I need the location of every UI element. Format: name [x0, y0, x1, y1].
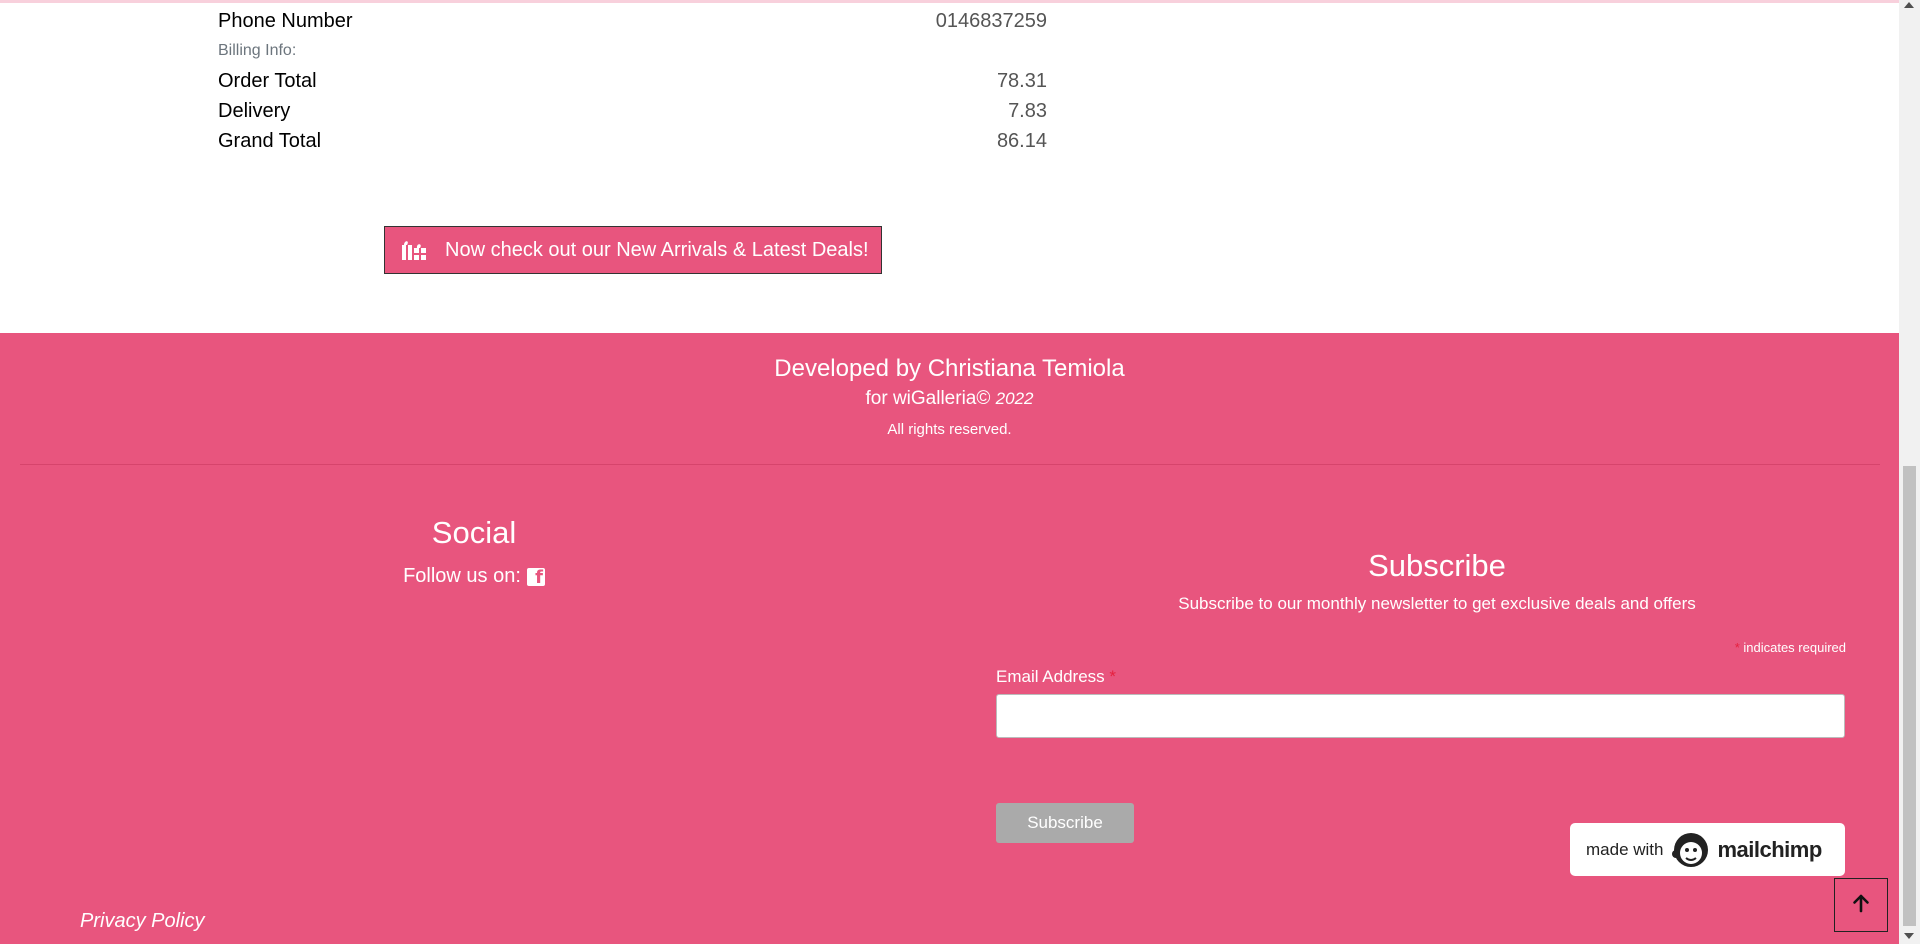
scroll-up-icon[interactable] — [1904, 2, 1914, 8]
delivery-row: Delivery 7.83 — [218, 100, 1047, 123]
gift-icon — [401, 239, 427, 261]
follow-label: Follow us on: — [403, 565, 521, 587]
privacy-policy-link[interactable]: Privacy Policy — [80, 910, 204, 933]
delivery-label: Delivery — [218, 100, 291, 122]
delivery-value: 7.83 — [1008, 100, 1047, 122]
subscribe-heading: Subscribe — [1368, 548, 1506, 583]
order-total-row: Order Total 78.31 — [218, 70, 1047, 93]
new-arrivals-label: Now check out our New Arrivals & Latest … — [445, 238, 869, 261]
mailchimp-badge[interactable]: made with mailchimp — [1570, 823, 1845, 876]
mailchimp-monkey-icon — [1671, 830, 1711, 870]
grand-total-label: Grand Total — [218, 130, 322, 152]
brand-credit: for wiGalleria© 2022 — [0, 388, 1899, 410]
email-required-asterisk: * — [1109, 667, 1117, 686]
page-scrollbar[interactable] — [1899, 0, 1920, 944]
top-border — [0, 0, 1899, 3]
footer-divider — [20, 464, 1880, 465]
mailchimp-brand: mailchimp — [1717, 836, 1822, 862]
subscribe-button[interactable]: Subscribe — [996, 803, 1134, 843]
subscribe-description: Subscribe to our monthly newsletter to g… — [1178, 594, 1696, 613]
phone-row: Phone Number 0146837259 — [218, 10, 1047, 33]
facebook-icon[interactable]: f — [526, 567, 545, 586]
phone-label: Phone Number — [218, 10, 353, 32]
order-total-value: 78.31 — [996, 70, 1047, 92]
brand-credit-prefix: for wiGalleria© — [865, 388, 991, 409]
required-note-text: indicates required — [1743, 640, 1846, 655]
rights-text: All rights reserved. — [887, 421, 1012, 438]
required-note: * indicates required — [996, 640, 1846, 655]
email-label: Email Address * — [996, 667, 1116, 687]
scroll-thumb[interactable] — [1903, 466, 1916, 926]
mailchimp-made-with: made with — [1586, 839, 1664, 859]
phone-value: 0146837259 — [935, 10, 1047, 32]
copyright-year: 2022 — [995, 389, 1034, 408]
social-heading: Social — [431, 515, 517, 550]
email-input[interactable] — [996, 694, 1845, 738]
new-arrivals-button[interactable]: Now check out our New Arrivals & Latest … — [384, 226, 882, 274]
billing-info-label: Billing Info: — [218, 42, 297, 59]
footer: Developed by Christiana Temiola for wiGa… — [0, 333, 1899, 944]
arrow-up-icon — [1851, 893, 1871, 918]
follow-us: Follow us on: f — [0, 565, 948, 588]
email-label-text: Email Address — [996, 667, 1105, 686]
scroll-down-icon[interactable] — [1904, 933, 1914, 939]
grand-total-value: 86.14 — [996, 130, 1047, 152]
developer-credit: Developed by Christiana Temiola — [774, 355, 1125, 382]
required-asterisk: * — [1734, 640, 1740, 655]
order-total-label: Order Total — [218, 70, 317, 92]
back-to-top-button[interactable] — [1834, 878, 1888, 932]
grand-total-row: Grand Total 86.14 — [218, 130, 1047, 153]
